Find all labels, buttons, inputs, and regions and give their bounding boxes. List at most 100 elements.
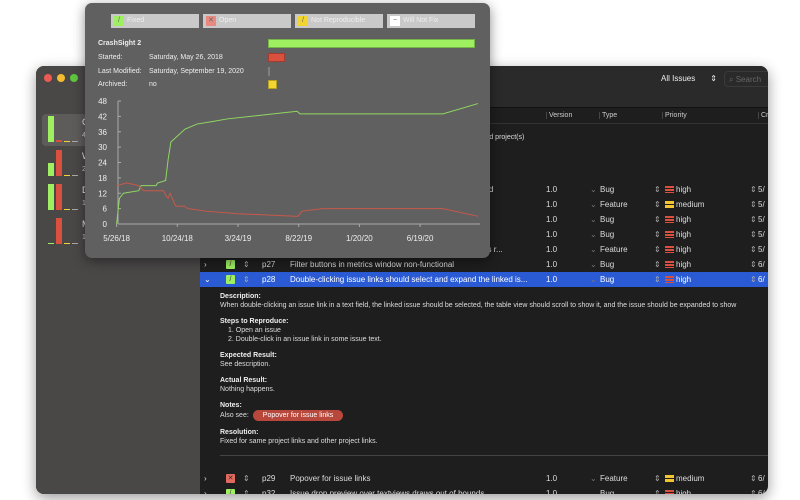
status-bar: [48, 242, 54, 244]
issue-type[interactable]: Bug: [600, 215, 614, 224]
priority-stepper-icon[interactable]: ⇕: [654, 245, 661, 254]
issue-type[interactable]: Bug: [600, 489, 614, 494]
steps-label: Steps to Reproduce:: [220, 318, 289, 325]
fixed-status-icon[interactable]: /: [226, 275, 235, 284]
created-stepper-icon[interactable]: ⇕: [750, 489, 757, 494]
column-type[interactable]: Type: [599, 112, 617, 119]
description-label: Description:: [220, 293, 261, 300]
created-stepper-icon[interactable]: ⇕: [750, 260, 757, 269]
column-priority[interactable]: Priority: [662, 112, 687, 119]
created-stepper-icon[interactable]: ⇕: [750, 200, 757, 209]
filter-label: All Issues: [661, 74, 696, 83]
issue-row[interactable]: › / ⇕ p32 Issue drop preview over textviews …: [200, 486, 768, 494]
issue-type[interactable]: Feature: [600, 245, 628, 254]
project-status-bars: [48, 150, 78, 176]
priority-stepper-icon[interactable]: ⇕: [654, 230, 661, 239]
issue-priority: high: [676, 275, 692, 284]
search-field[interactable]: ⌕ Search: [724, 71, 768, 87]
created-stepper-icon[interactable]: ⇕: [750, 215, 757, 224]
issue-id: p28: [262, 275, 276, 284]
status-bar: [72, 140, 78, 142]
high-priority-icon: [665, 231, 674, 238]
issue-row[interactable]: › / ⇕ p27 Filter buttons in metrics window n…: [200, 257, 768, 272]
created-stepper-icon[interactable]: ⇕: [750, 230, 757, 239]
chevron-down-icon[interactable]: ⌄: [590, 230, 597, 239]
status-bar: [56, 218, 62, 244]
issue-type[interactable]: Bug: [600, 260, 614, 269]
issue-type[interactable]: Bug: [600, 275, 614, 284]
status-stepper-icon[interactable]: ⇕: [243, 474, 250, 483]
x-tick-label: 6/19/20: [407, 234, 434, 243]
priority-stepper-icon[interactable]: ⇕: [654, 260, 661, 269]
issue-row[interactable]: ⌄ / ⇕ p28 Double-clicking issue links should…: [200, 272, 768, 287]
chevron-down-icon[interactable]: ⌄: [590, 474, 597, 483]
priority-stepper-icon[interactable]: ⇕: [654, 489, 661, 494]
open-status-icon[interactable]: ✕: [226, 474, 235, 483]
issue-row[interactable]: › ✕ ⇕ p29 Popover for issue links 1.0 ⌄ Feature…: [200, 471, 768, 486]
issue-version: 1.0: [546, 260, 558, 269]
fixed-status-icon[interactable]: /: [226, 489, 235, 494]
project-status-bars: [48, 184, 78, 210]
zoom-button[interactable]: [70, 74, 78, 82]
chevron-down-icon[interactable]: ⌄: [590, 275, 597, 284]
issue-id: p27: [262, 260, 276, 269]
issue-type[interactable]: Bug: [600, 230, 614, 239]
issue-priority: high: [676, 230, 692, 239]
priority-stepper-icon[interactable]: ⇕: [654, 215, 661, 224]
issue-type[interactable]: Feature: [600, 474, 628, 483]
issue-version: 1.0: [546, 215, 558, 224]
created-stepper-icon[interactable]: ⇕: [750, 185, 757, 194]
issue-created: 6/: [758, 275, 765, 284]
priority-stepper-icon[interactable]: ⇕: [654, 275, 661, 284]
status-stepper-icon[interactable]: ⇕: [243, 275, 250, 284]
filter-popup[interactable]: All Issues ⇕: [658, 71, 720, 87]
y-tick-label: 30: [98, 143, 107, 152]
issue-title: Filter buttons in metrics window non-fun…: [290, 260, 455, 269]
created-stepper-icon[interactable]: ⇕: [750, 245, 757, 254]
priority-stepper-icon[interactable]: ⇕: [654, 200, 661, 209]
priority-stepper-icon[interactable]: ⇕: [654, 185, 661, 194]
high-priority-icon: [665, 246, 674, 253]
description-text: When double-clicking an issue link in a …: [220, 302, 737, 309]
series-line-fixed: [116, 103, 479, 225]
close-button[interactable]: [44, 74, 52, 82]
created-stepper-icon[interactable]: ⇕: [750, 275, 757, 284]
chevron-down-icon[interactable]: ⌄: [590, 245, 597, 254]
chevron-right-icon[interactable]: ›: [204, 474, 207, 483]
issue-type[interactable]: Bug: [600, 185, 614, 194]
created-stepper-icon[interactable]: ⇕: [750, 474, 757, 483]
column-version[interactable]: Version: [546, 112, 572, 119]
chevron-right-icon[interactable]: ›: [204, 260, 207, 269]
issue-type[interactable]: Feature: [600, 200, 628, 209]
chevron-down-icon[interactable]: ⌄: [590, 200, 597, 209]
medium-priority-icon: [665, 475, 674, 482]
priority-stepper-icon[interactable]: ⇕: [654, 474, 661, 483]
chevron-down-icon[interactable]: ⌄: [204, 275, 211, 284]
issue-version: 1.0: [546, 275, 558, 284]
x-tick-label: 8/22/19: [285, 234, 312, 243]
project-status-bars: [48, 218, 78, 244]
actual-label: Actual Result:: [220, 377, 268, 384]
high-priority-icon: [665, 261, 674, 268]
actual-text: Nothing happens.: [220, 386, 275, 393]
issue-link-chip[interactable]: Popover for issue links: [252, 410, 344, 421]
column-created[interactable]: Cr: [758, 112, 768, 119]
issue-title: Double-clicking issue links should selec…: [290, 275, 528, 284]
issue-id: p29: [262, 474, 276, 483]
status-bar: [64, 174, 70, 176]
status-bar: [48, 116, 54, 142]
issue-priority: high: [676, 245, 692, 254]
status-stepper-icon[interactable]: ⇕: [243, 489, 250, 494]
chevron-down-icon[interactable]: ⌄: [590, 489, 597, 494]
fixed-status-icon[interactable]: /: [226, 260, 235, 269]
minimize-button[interactable]: [57, 74, 65, 82]
status-bar: [48, 184, 54, 210]
issue-version: 1.0: [546, 230, 558, 239]
y-tick-label: 18: [98, 174, 107, 183]
chevron-down-icon[interactable]: ⌄: [590, 215, 597, 224]
chevron-down-icon[interactable]: ⌄: [590, 260, 597, 269]
status-bar: [72, 174, 78, 176]
chevron-right-icon[interactable]: ›: [204, 489, 207, 494]
chevron-down-icon[interactable]: ⌄: [590, 185, 597, 194]
status-stepper-icon[interactable]: ⇕: [243, 260, 250, 269]
